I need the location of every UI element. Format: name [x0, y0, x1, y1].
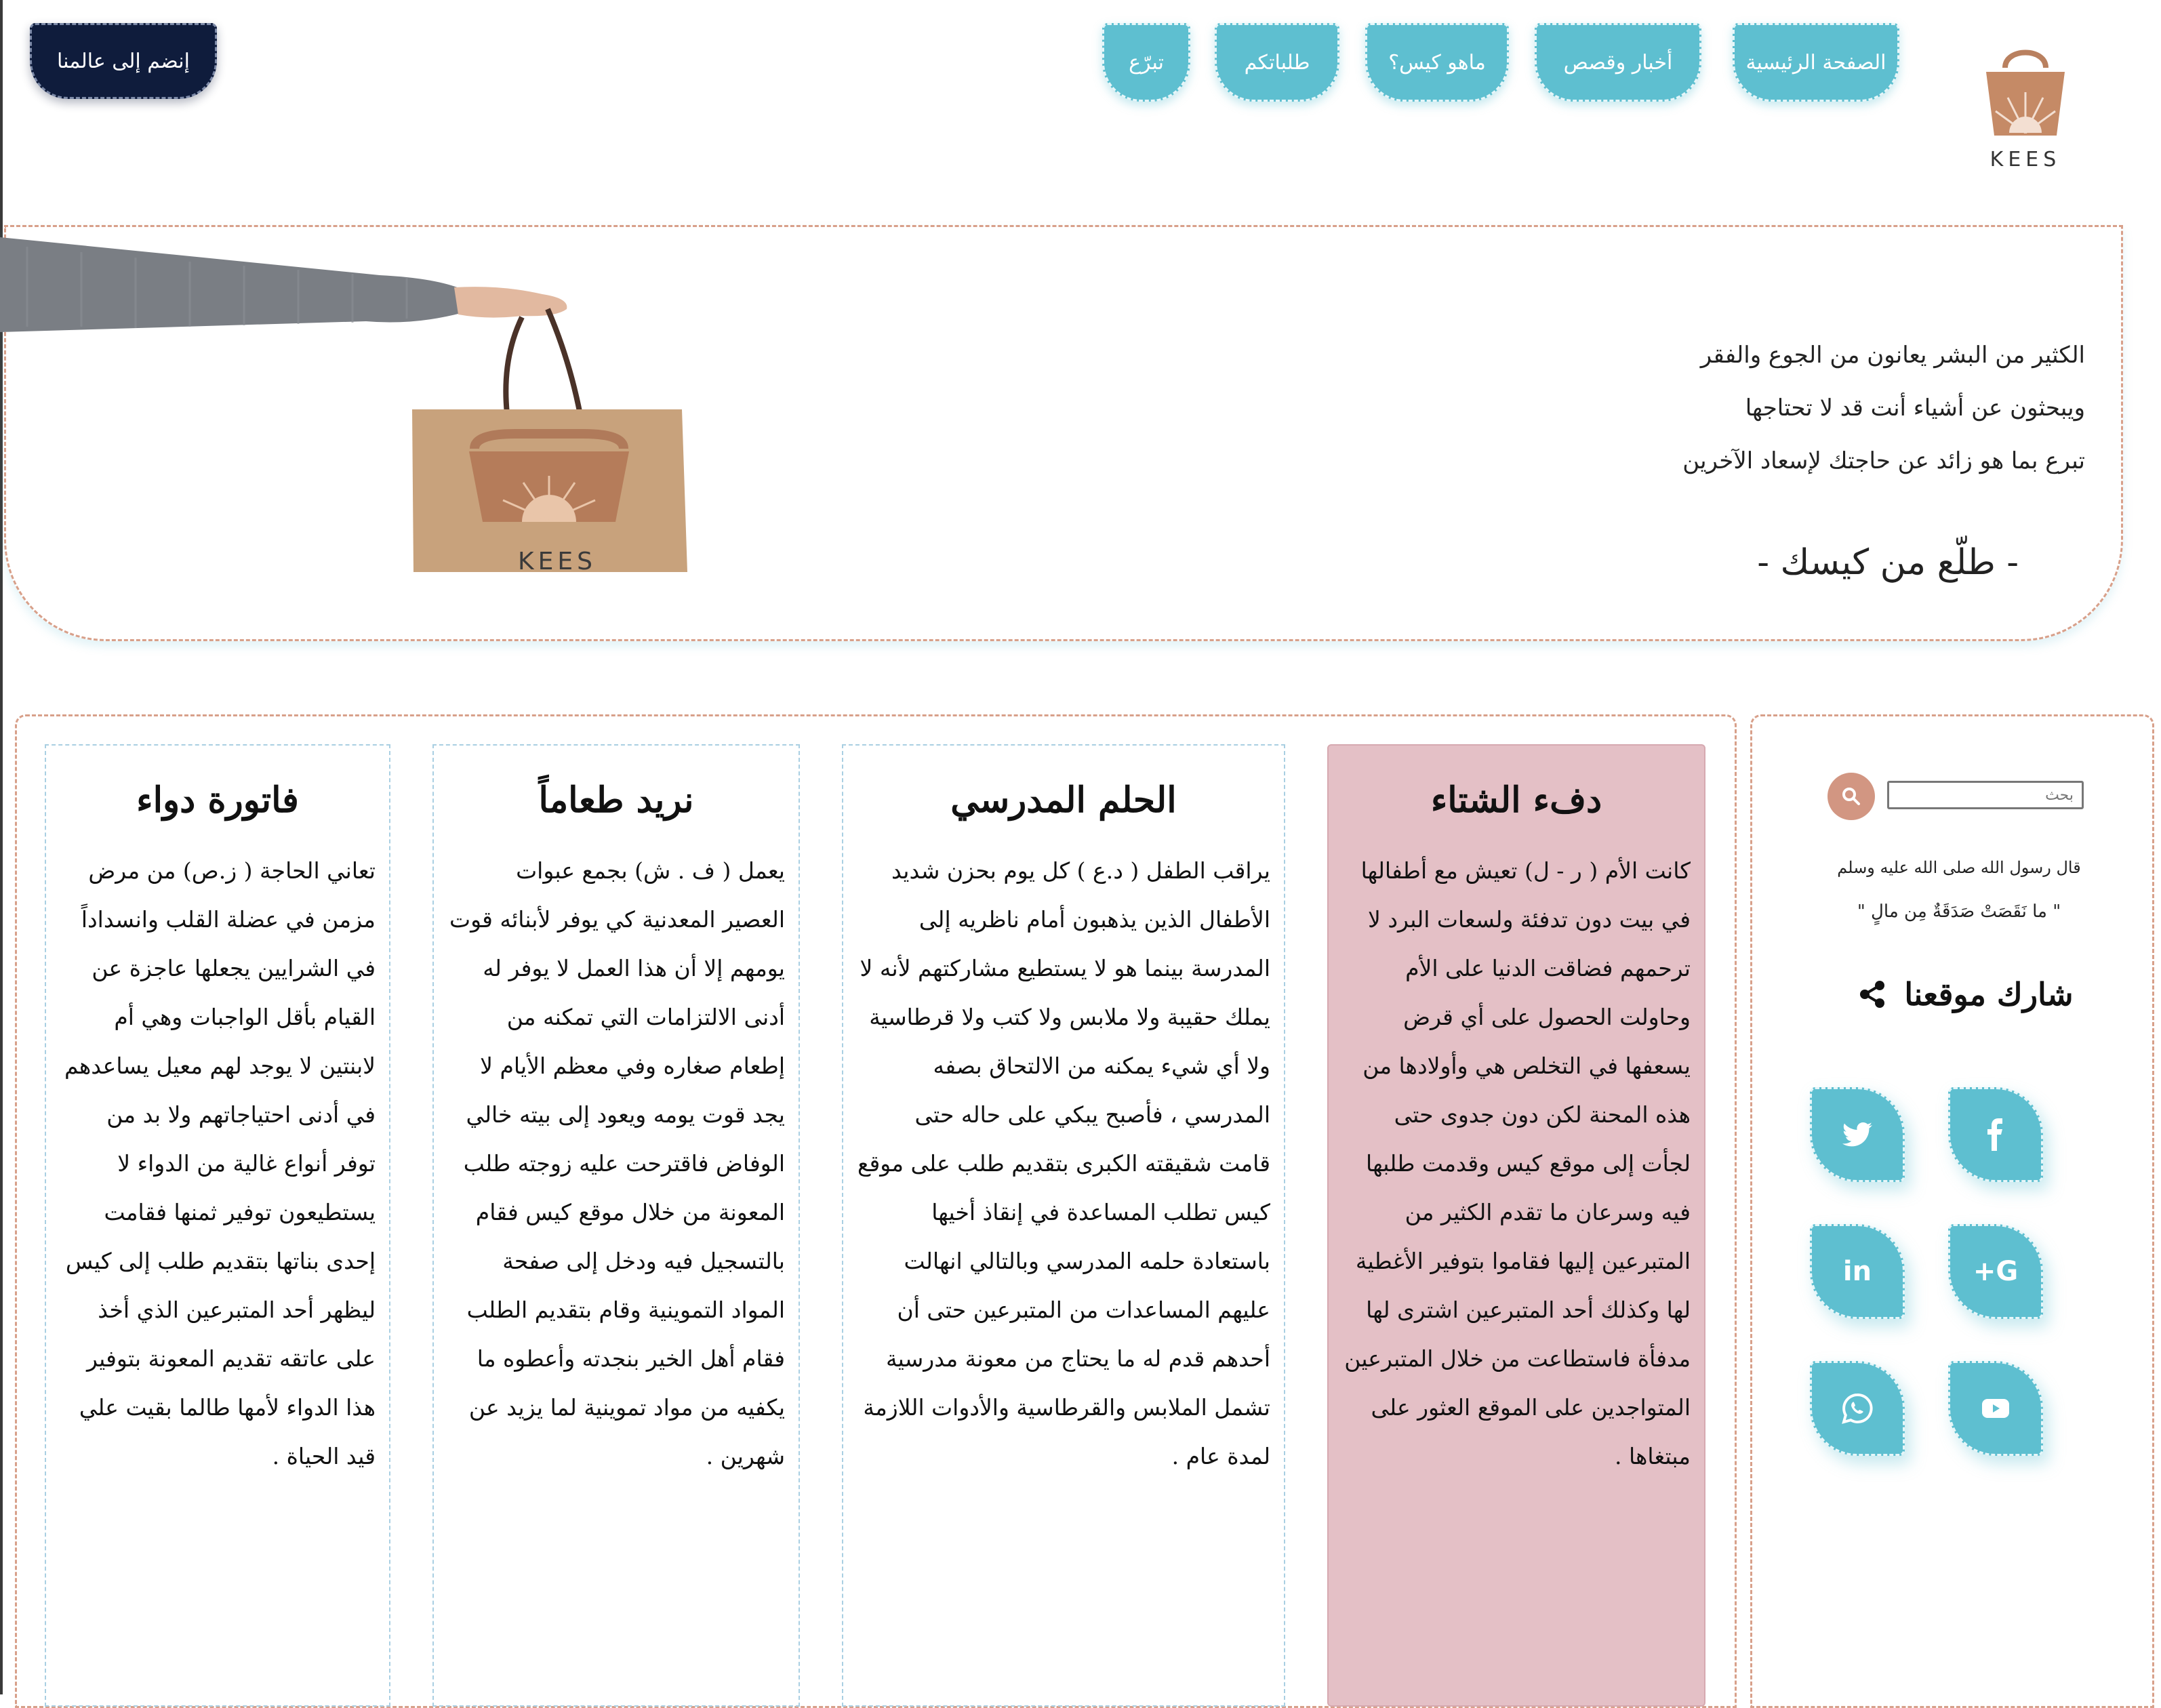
nav-what-is-kees[interactable]: ماهو كيس؟ [1365, 23, 1509, 102]
story-body: يعمل ( ف . ش) بجمع عبوات العصير المعدنية… [449, 857, 785, 1469]
hero-line-1: الكثير من البشر يعانون من الجوع والفقر [1700, 342, 2085, 369]
share-title: شارك موقعنا [1904, 976, 2074, 1013]
story-title: فاتورة دواء [136, 779, 299, 821]
whatsapp-button[interactable] [1810, 1361, 1905, 1456]
story-body: تعاني الحاجة ( ز.ص) من مرض مزمن في عضلة … [64, 857, 376, 1469]
google-plus-icon: G+ [1973, 1256, 2019, 1287]
logo-text: KEES [1990, 148, 2061, 171]
nav-requests[interactable]: طلباتكم [1215, 23, 1339, 102]
share-heading: شارك موقعنا [1844, 976, 2088, 1013]
google-plus-button[interactable]: G+ [1948, 1224, 2043, 1319]
story-title: نريد طعاماً [538, 779, 694, 821]
story-card-medicine-bill[interactable]: فاتورة دواء تعاني الحاجة ( ز.ص) من مرض م… [45, 744, 390, 1707]
hero-line-2: ويبحثون عن أشياء أنت قد لا تحتاجها [1745, 394, 2085, 422]
story-card-we-want-food[interactable]: نريد طعاماً يعمل ( ف . ش) بجمع عبوات الع… [432, 744, 800, 1707]
arm-holding-bag-image [0, 237, 719, 590]
whatsapp-icon [1842, 1393, 1873, 1424]
hero-slogan: - طلّع من كيسك - [1757, 542, 2019, 583]
facebook-button[interactable] [1948, 1087, 2043, 1182]
hadith-text: " ما نَقَصَتْ صَدَقَةٌ مِن مالٍ " [1857, 901, 2061, 922]
share-icon [1860, 981, 1885, 1008]
nav-donate[interactable]: تبرّع [1102, 23, 1190, 102]
linkedin-button[interactable]: in [1810, 1224, 1905, 1319]
story-card-school-dream[interactable]: الحلم المدرسي يراقب الطفل ( د.ع ) كل يوم… [842, 744, 1285, 1707]
story-card-winter-warmth[interactable]: دفء الشتاء كانت الأم ( ر - ل) تعيش مع أط… [1327, 744, 1705, 1707]
hadith-intro: قال رسول الله صلى الله عليه وسلم [1837, 858, 2081, 877]
story-body: يراقب الطفل ( د.ع ) كل يوم بحزن شديد الأ… [857, 857, 1270, 1469]
twitter-button[interactable] [1810, 1087, 1905, 1182]
story-body: كانت الأم ( ر - ل) تعيش مع أطفالها في بي… [1344, 857, 1691, 1469]
bag-logo-icon [1986, 49, 2065, 136]
nav-news-stories[interactable]: أخبار وقصص [1535, 23, 1701, 102]
facebook-icon [1987, 1118, 2002, 1151]
bag-brand-text: KEES [518, 548, 597, 575]
story-title: الحلم المدرسي [950, 779, 1177, 821]
nav-home[interactable]: الصفحة الرئيسية [1733, 23, 1899, 102]
twitter-icon [1842, 1122, 1872, 1147]
hero-line-3: تبرع بما هو زائد عن حاجتك لإسعاد الآخرين [1682, 447, 2085, 474]
kees-logo[interactable]: KEES [1958, 41, 2093, 183]
linkedin-icon: in [1842, 1256, 1872, 1287]
search-input[interactable] [1887, 781, 2084, 809]
youtube-icon [1982, 1399, 2009, 1418]
story-title: دفء الشتاء [1430, 779, 1602, 821]
search-button[interactable] [1827, 773, 1875, 820]
join-button[interactable]: إنضم إلى عالمنا [30, 23, 217, 99]
search-icon [1842, 788, 1860, 805]
youtube-button[interactable] [1948, 1361, 2043, 1456]
